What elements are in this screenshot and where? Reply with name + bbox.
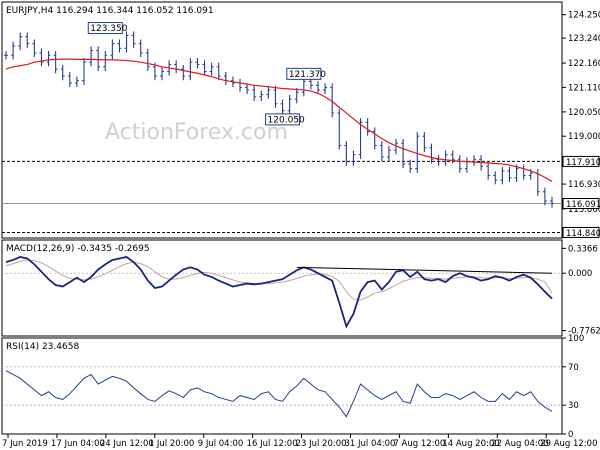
- watermark: ActionForex.com: [105, 120, 288, 145]
- time-tick-label: 23 Jul 20:00: [296, 439, 347, 449]
- chart-canvas: ActionForex.com EURJPY,H4 116.294 116.34…: [1, 1, 600, 449]
- price-annotation-label: 120.050: [268, 115, 305, 125]
- time-tick-label: 31 Jul 04:00: [344, 439, 395, 449]
- chart-window: ActionForex.com EURJPY,H4 116.294 116.34…: [0, 0, 600, 450]
- macd-plot: 0.33660.000-0.7762: [2, 244, 600, 337]
- macd-line: [5, 256, 553, 329]
- macd-panel-title: MACD(12,26,9) -0.3435 -0.2695: [6, 244, 150, 254]
- time-tick-label: 7 Jun 2019: [2, 439, 48, 449]
- macd-panel-frame: [1, 239, 563, 337]
- rsi-y-tick-label: 30: [568, 401, 579, 411]
- rsi-y-tick-label: 100: [568, 334, 584, 344]
- price-annotation-label: 123.350: [90, 24, 127, 34]
- rsi-panel-title: RSI(14) 23.4658: [6, 342, 79, 352]
- time-tick-label: 24 Jun 12:00: [100, 439, 154, 449]
- time-tick-label: 1 Jul 20:00: [149, 439, 195, 449]
- time-tick-label: 7 Aug 12:00: [393, 439, 445, 449]
- rsi-line: [5, 370, 553, 418]
- level-label: 114.840: [566, 229, 600, 239]
- rsi-y-tick-label: 70: [568, 363, 579, 373]
- time-tick-label: 16 Jul 12:00: [247, 439, 298, 449]
- time-tick-label: 29 Aug 12:00: [540, 439, 597, 449]
- price-y-tick-label: 116.930: [568, 180, 600, 190]
- macd-y-tick-label: 0.3366: [568, 244, 598, 254]
- current-price-label: 116.091: [566, 200, 600, 210]
- time-tick-label: 17 Jun 04:00: [51, 439, 105, 449]
- price-y-tick-label: 119.000: [568, 132, 600, 142]
- price-y-tick-label: 123.240: [568, 34, 600, 44]
- time-tick-label: 9 Jul 04:00: [198, 439, 244, 449]
- level-label: 117.910: [566, 158, 600, 168]
- price-panel-title: EURJPY,H4 116.294 116.344 116.052 116.09…: [6, 6, 214, 16]
- price-y-tick-label: 121.110: [568, 83, 600, 93]
- price-plot: 124.250 123.240 122.160 121.110 120.050 119.0…: [2, 11, 600, 239]
- rsi-plot: 10070300: [2, 334, 584, 440]
- time-axis: 7 Jun 2019 17 Jun 04:0024 Jun 12:001 Jul …: [2, 434, 598, 449]
- price-y-tick-label: 124.250: [568, 11, 600, 21]
- rsi-panel-frame: [1, 337, 563, 435]
- price-y-tick-label: 122.160: [568, 59, 600, 69]
- macd-y-tick-label: 0.000: [568, 269, 592, 279]
- price-annotation-label: 121.370: [289, 70, 326, 80]
- macd-trendline: [296, 266, 553, 274]
- price-y-tick-label: 120.050: [568, 108, 600, 118]
